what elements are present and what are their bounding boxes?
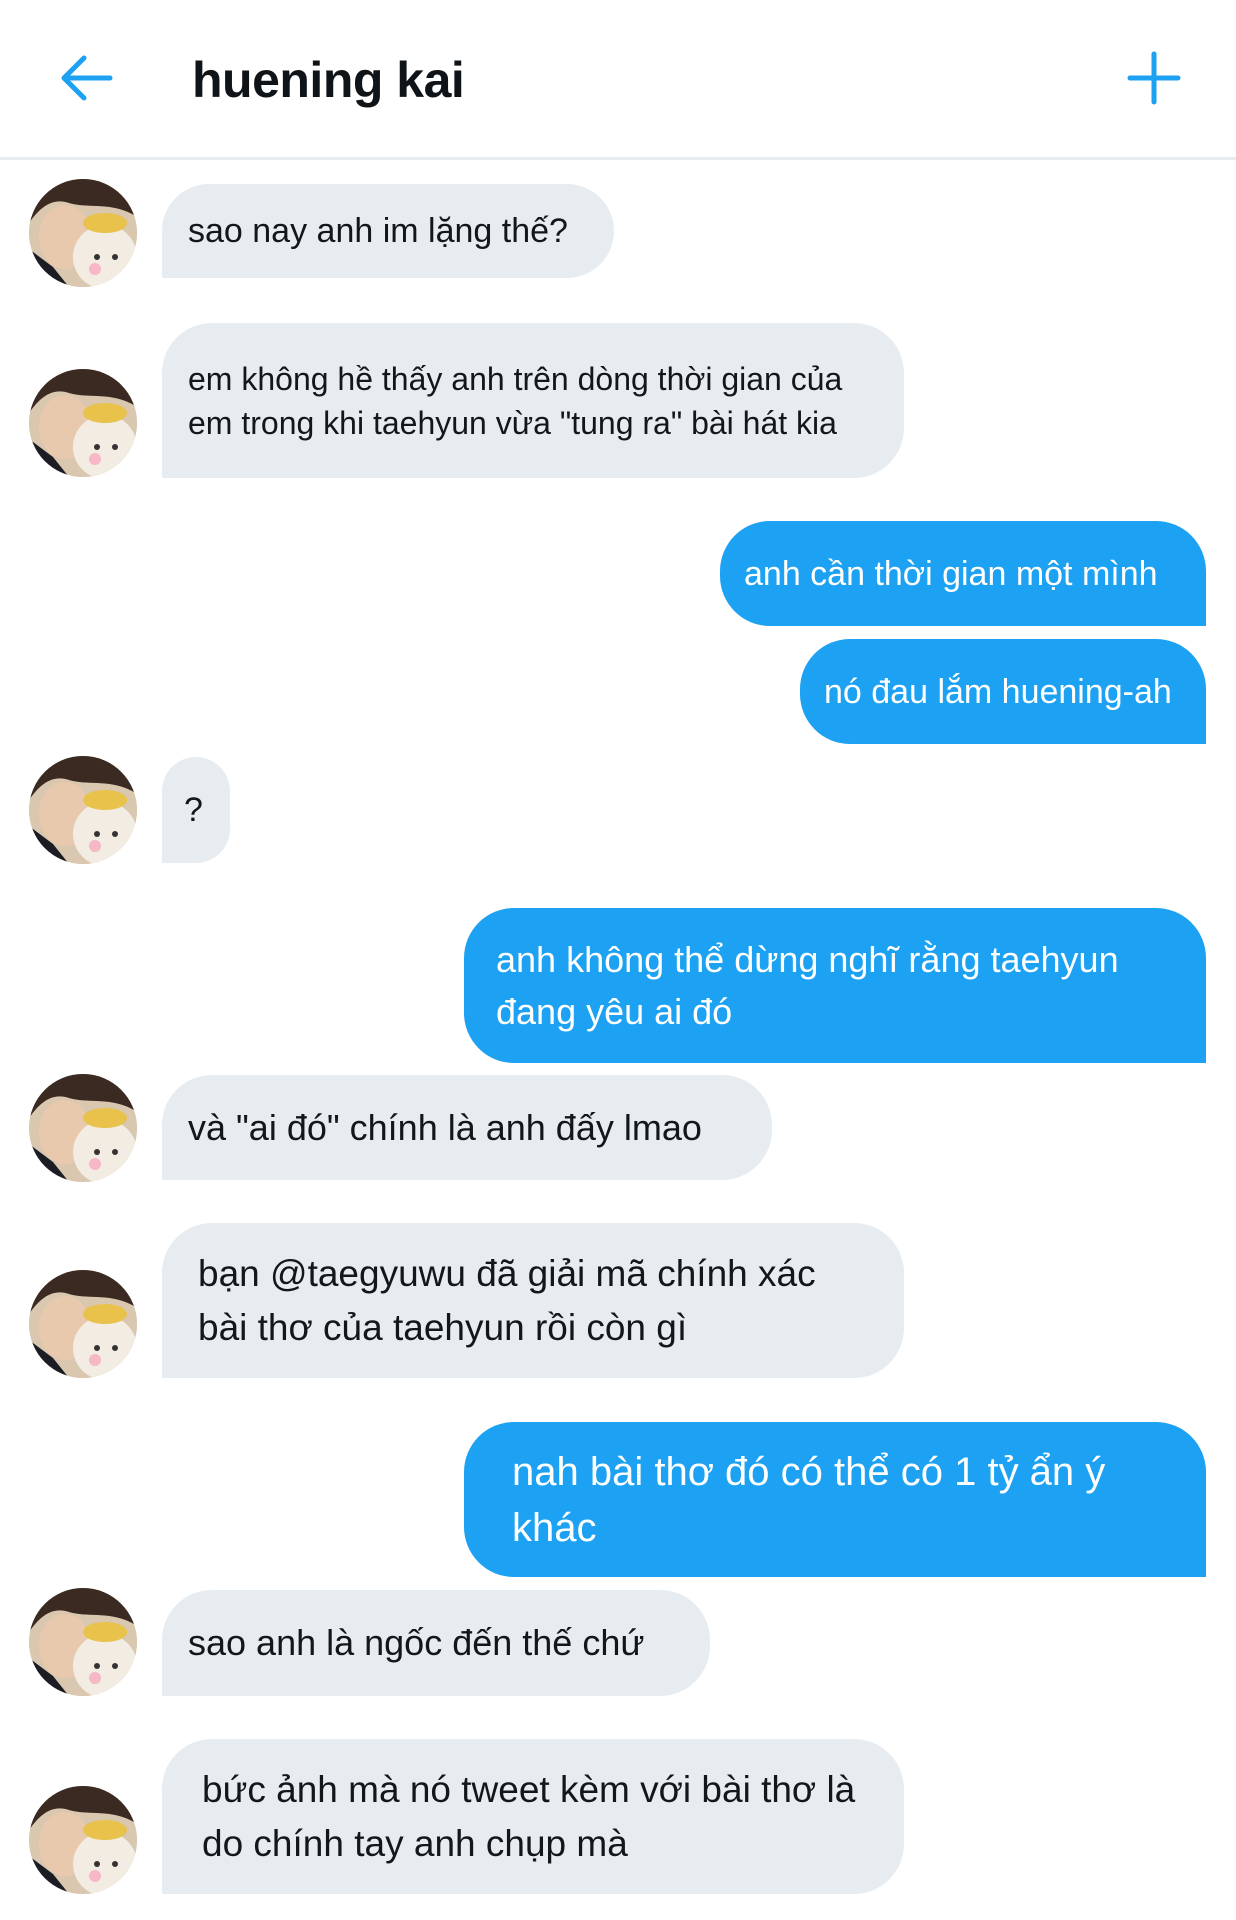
avatar[interactable] (29, 1074, 137, 1182)
conversation-title: huening kai (192, 52, 465, 108)
arrow-left-icon (61, 55, 113, 101)
incoming-message: sao anh là ngốc đến thế chứ (162, 1590, 710, 1696)
profile-photo (29, 756, 137, 864)
outgoing-message: anh không thể dừng nghĩ rằng taehyun đan… (464, 908, 1206, 1063)
message-thread[interactable]: sao nay anh im lặng thế? em không hề thấ… (0, 160, 1236, 1920)
avatar[interactable] (29, 1270, 137, 1378)
profile-photo (29, 179, 137, 287)
profile-photo (29, 369, 137, 477)
profile-photo (29, 1270, 137, 1378)
incoming-message: bức ảnh mà nó tweet kèm với bài thơ là d… (162, 1739, 904, 1894)
avatar[interactable] (29, 369, 137, 477)
profile-photo (29, 1588, 137, 1696)
outgoing-message: anh cần thời gian một mình (720, 521, 1206, 626)
plus-icon (1127, 51, 1181, 105)
profile-photo (29, 1786, 137, 1894)
incoming-message: sao nay anh im lặng thế? (162, 184, 614, 278)
incoming-message: ? (162, 757, 230, 863)
add-button[interactable] (1116, 40, 1192, 116)
avatar[interactable] (29, 1786, 137, 1894)
incoming-message: và "ai đó" chính là anh đấy lmao (162, 1075, 772, 1180)
conversation-header: huening kai (0, 0, 1236, 160)
avatar[interactable] (29, 179, 137, 287)
avatar[interactable] (29, 1588, 137, 1696)
incoming-message: bạn @taegyuwu đã giải mã chính xác bài t… (162, 1223, 904, 1378)
outgoing-message: nó đau lắm huening-ah (800, 639, 1206, 744)
avatar[interactable] (29, 756, 137, 864)
profile-photo (29, 1074, 137, 1182)
incoming-message: em không hề thấy anh trên dòng thời gian… (162, 323, 904, 478)
outgoing-message: nah bài thơ đó có thể có 1 tỷ ẩn ý khác (464, 1422, 1206, 1577)
back-button[interactable] (52, 40, 120, 116)
